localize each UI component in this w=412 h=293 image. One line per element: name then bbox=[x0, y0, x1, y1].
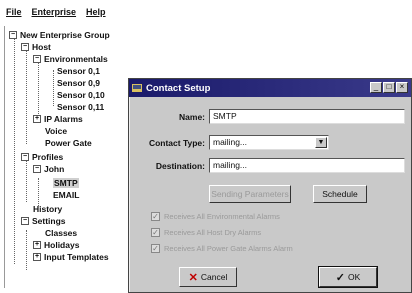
menu-enterprise[interactable]: Enterprise bbox=[32, 7, 77, 17]
check-label: Receives All Host Dry Alarms bbox=[164, 227, 262, 237]
name-label: Name: bbox=[179, 112, 205, 122]
destination-field[interactable]: mailing... bbox=[209, 158, 405, 173]
menu-help[interactable]: Help bbox=[86, 7, 106, 17]
tree-line bbox=[53, 70, 54, 106]
check-label: Receives All Environmental Alarms bbox=[164, 211, 280, 221]
contact-setup-dialog: Contact Setup _ □ × Name: SMTP Contact T… bbox=[128, 78, 412, 293]
tree-node-root[interactable]: − New Enterprise Group bbox=[9, 28, 110, 40]
tree-node-profiles[interactable]: − Profiles bbox=[21, 150, 63, 162]
tree-node-voice[interactable]: Voice bbox=[45, 124, 67, 136]
tree-node-classes[interactable]: Classes bbox=[45, 226, 77, 238]
contact-type-select[interactable]: mailing... ▼ bbox=[209, 135, 329, 150]
checkbox-checked-icon[interactable]: ✓ bbox=[151, 243, 160, 253]
tree-node-john[interactable]: − John bbox=[33, 162, 64, 174]
menu-file[interactable]: File bbox=[6, 7, 22, 17]
close-icon[interactable]: × bbox=[396, 82, 408, 93]
contact-type-label: Contact Type: bbox=[148, 138, 205, 148]
expand-icon[interactable]: + bbox=[33, 114, 41, 123]
dialog-title: Contact Setup bbox=[146, 82, 211, 94]
tree-node-sensor[interactable]: Sensor 0,1 bbox=[57, 64, 100, 76]
tree-line bbox=[26, 46, 27, 144]
sending-parameters-button[interactable]: Sending Parameters bbox=[209, 185, 291, 203]
tree-node-sensor[interactable]: Sensor 0,11 bbox=[57, 100, 104, 112]
cancel-label: Cancel bbox=[200, 272, 228, 282]
cancel-button[interactable]: ✕ Cancel bbox=[179, 267, 237, 287]
collapse-icon[interactable]: − bbox=[9, 30, 17, 39]
tree-node-history[interactable]: History bbox=[33, 202, 62, 214]
tree-node-smtp[interactable]: SMTP bbox=[53, 176, 79, 188]
check-icon: ✓ bbox=[335, 271, 345, 284]
name-field[interactable]: SMTP bbox=[209, 109, 405, 124]
check-row-environmental[interactable]: ✓ Receives All Environmental Alarms bbox=[151, 210, 280, 222]
tree-node-power-gate[interactable]: Power Gate bbox=[45, 136, 92, 148]
expand-icon[interactable]: + bbox=[33, 252, 41, 261]
tree-line bbox=[38, 58, 39, 114]
tree-node-holidays[interactable]: + Holidays bbox=[33, 238, 79, 250]
minimize-icon[interactable]: _ bbox=[370, 82, 382, 93]
destination-label: Destination: bbox=[155, 161, 205, 171]
tree-line bbox=[14, 34, 15, 264]
tree-line bbox=[26, 160, 27, 202]
x-icon: ✕ bbox=[188, 271, 198, 284]
checkbox-checked-icon[interactable]: ✓ bbox=[151, 227, 160, 237]
menu-bar: File Enterprise Help bbox=[0, 0, 240, 24]
collapse-icon[interactable]: − bbox=[21, 216, 29, 225]
maximize-icon[interactable]: □ bbox=[383, 82, 395, 93]
check-row-power-gate[interactable]: ✓ Receives All Power Gate Alarms Alarm bbox=[151, 242, 293, 254]
expand-icon[interactable]: + bbox=[33, 240, 41, 249]
collapse-icon[interactable]: − bbox=[33, 164, 41, 173]
schedule-label: Schedule bbox=[322, 189, 358, 199]
tree-node-sensor[interactable]: Sensor 0,9 bbox=[57, 76, 100, 88]
tree-node-settings[interactable]: − Settings bbox=[21, 214, 66, 226]
checkbox-checked-icon[interactable]: ✓ bbox=[151, 211, 160, 221]
tree-node-environmentals[interactable]: − Environmentals bbox=[33, 52, 108, 64]
check-label: Receives All Power Gate Alarms Alarm bbox=[164, 243, 293, 253]
tree-line bbox=[26, 230, 27, 270]
collapse-icon[interactable]: − bbox=[21, 152, 29, 161]
contact-type-value: mailing... bbox=[213, 137, 248, 147]
app-icon bbox=[132, 83, 142, 93]
ok-label: OK bbox=[347, 272, 361, 282]
tree-node-sensor[interactable]: Sensor 0,10 bbox=[57, 88, 105, 100]
dialog-title-bar[interactable]: Contact Setup _ □ × bbox=[129, 79, 411, 97]
tree-node-host[interactable]: − Host bbox=[21, 40, 51, 52]
collapse-icon[interactable]: − bbox=[33, 54, 41, 63]
tree-node-email[interactable]: EMAIL bbox=[53, 188, 79, 200]
ok-button[interactable]: ✓ OK bbox=[318, 266, 378, 288]
collapse-icon[interactable]: − bbox=[21, 42, 29, 51]
sending-parameters-label: Sending Parameters bbox=[211, 189, 289, 199]
tree-node-input-templates[interactable]: + Input Templates bbox=[33, 250, 109, 262]
tree-node-ip-alarms[interactable]: + IP Alarms bbox=[33, 112, 83, 124]
chevron-down-icon[interactable]: ▼ bbox=[315, 137, 327, 148]
schedule-button[interactable]: Schedule bbox=[313, 185, 367, 203]
check-row-host-dry[interactable]: ✓ Receives All Host Dry Alarms bbox=[151, 226, 261, 238]
